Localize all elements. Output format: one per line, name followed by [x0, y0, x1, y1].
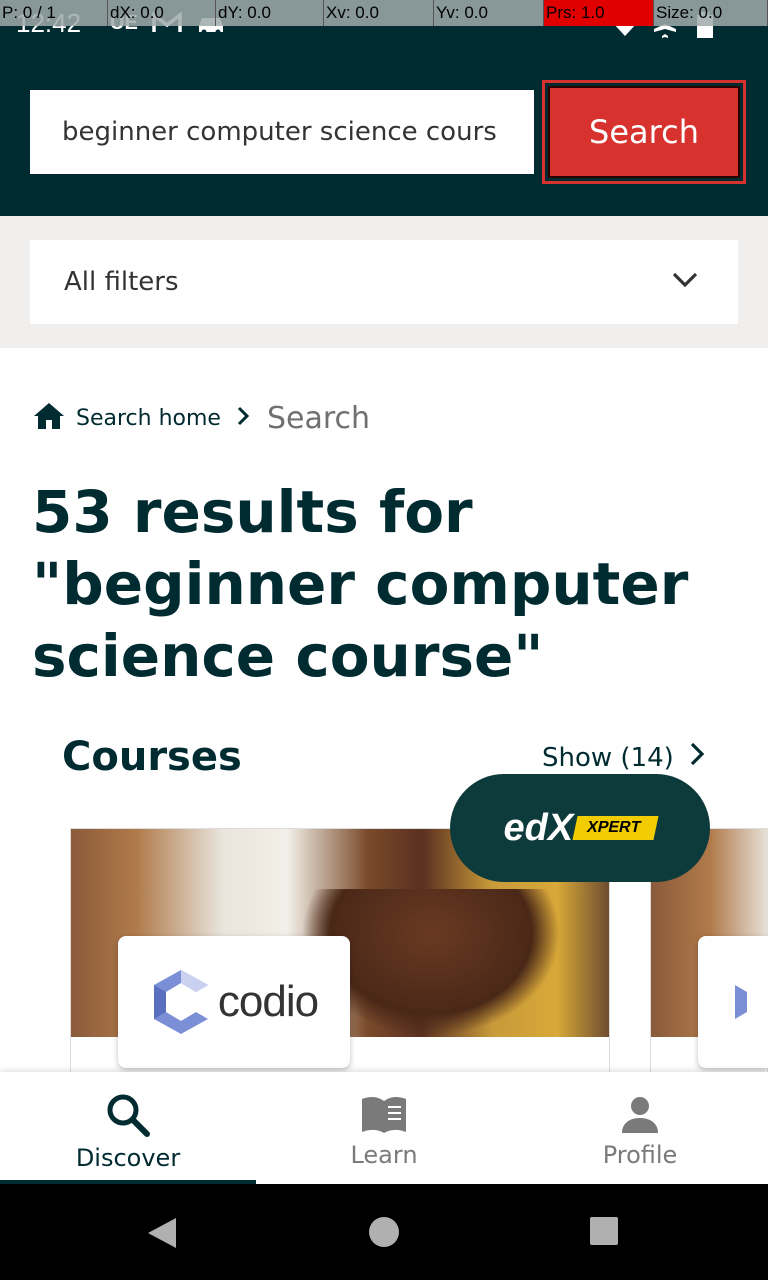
- courses-heading: Courses: [62, 734, 242, 780]
- search-input[interactable]: [30, 90, 534, 174]
- debug-dx: dX: 0.0: [108, 0, 216, 26]
- debug-dy: dY: 0.0: [216, 0, 324, 26]
- xpert-tag: XPERT: [572, 816, 660, 840]
- debug-overlay: P: 0 / 1 dX: 0.0 dY: 0.0 Xv: 0.0 Yv: 0.0…: [0, 0, 768, 26]
- filter-section: All filters: [0, 216, 768, 348]
- search-button[interactable]: Search: [548, 86, 740, 178]
- show-courses-link[interactable]: Show (14): [542, 742, 705, 773]
- nav-profile-label: Profile: [602, 1141, 678, 1169]
- book-icon: [362, 1096, 406, 1133]
- back-icon[interactable]: [146, 1216, 178, 1250]
- debug-pressure: Prs: 1.0: [544, 0, 654, 26]
- edx-xpert-button[interactable]: edX XPERT: [450, 774, 710, 882]
- partner-logo-codio: codio: [118, 936, 350, 1068]
- home-icon[interactable]: [32, 401, 66, 435]
- nav-discover-label: Discover: [75, 1144, 181, 1172]
- bottom-navigation: Discover Learn Profile: [0, 1072, 768, 1184]
- breadcrumb-current: Search: [266, 400, 371, 436]
- nav-learn[interactable]: Learn: [256, 1072, 512, 1184]
- codio-logo-text: codio: [217, 977, 319, 1026]
- debug-pointer: P: 0 / 1: [0, 0, 108, 26]
- codio-logo-icon: [735, 985, 747, 1019]
- breadcrumb-search-home-link[interactable]: Search home: [76, 406, 221, 431]
- all-filters-dropdown[interactable]: All filters: [30, 240, 738, 324]
- debug-xv: Xv: 0.0: [324, 0, 434, 26]
- nav-learn-label: Learn: [350, 1141, 418, 1169]
- codio-logo-icon: [153, 970, 208, 1034]
- home-button-icon[interactable]: [368, 1216, 400, 1248]
- status-bar: 12:42 UE P: 0 / 1 dX: 0.0 dY: 0.0 Xv: 0.…: [0, 0, 768, 48]
- search-icon: [107, 1094, 150, 1137]
- recents-icon[interactable]: [589, 1216, 619, 1246]
- all-filters-label: All filters: [64, 267, 179, 297]
- results-title: 53 results for "beginner computer scienc…: [32, 478, 689, 690]
- chevron-down-icon: [672, 272, 698, 292]
- system-navigation-bar: [0, 1184, 768, 1280]
- debug-size: Size: 0.0: [654, 0, 768, 26]
- partner-logo: [698, 936, 768, 1068]
- edx-logo: edX: [503, 806, 574, 849]
- chevron-right-icon: [237, 406, 250, 430]
- debug-yv: Yv: 0.0: [434, 0, 544, 26]
- show-courses-label: Show (14): [542, 742, 674, 773]
- person-icon: [622, 1097, 658, 1133]
- breadcrumb: Search home Search: [32, 396, 370, 440]
- search-header: Search: [0, 48, 768, 216]
- chevron-right-icon: [690, 742, 705, 773]
- nav-profile[interactable]: Profile: [512, 1072, 768, 1184]
- nav-discover[interactable]: Discover: [0, 1072, 256, 1184]
